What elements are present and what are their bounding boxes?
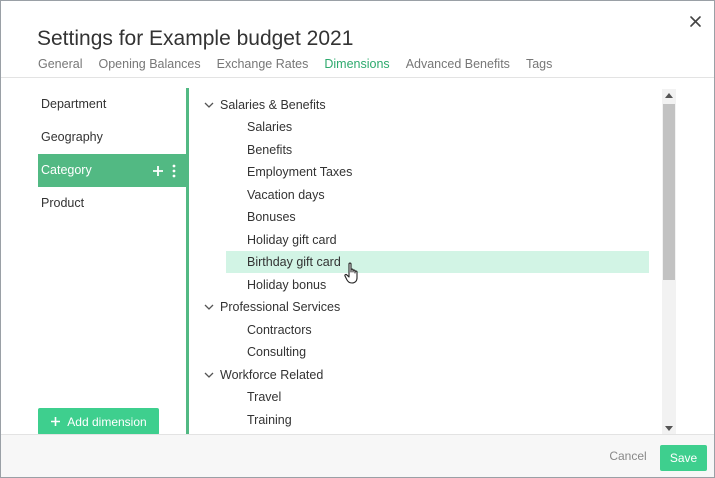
tree-item-label: Employment Taxes	[247, 165, 353, 179]
tree-group[interactable]: Workforce Related	[204, 364, 649, 386]
tree-item[interactable]: Vacation days	[226, 184, 649, 206]
header-divider	[1, 77, 714, 78]
tree-item-label: Vacation days	[247, 188, 325, 202]
tree-group-label: Workforce Related	[220, 368, 324, 382]
tab-exchange-rates[interactable]: Exchange Rates	[217, 56, 309, 74]
tree-item[interactable]: Employment Taxes	[226, 161, 649, 183]
tree-item[interactable]: Training	[226, 409, 649, 431]
tree-item[interactable]: Travel	[226, 386, 649, 408]
sidebar-item-geography[interactable]: Geography	[38, 121, 186, 154]
tree-group-label: Salaries & Benefits	[220, 98, 326, 112]
tree-group[interactable]: Salaries & Benefits	[204, 94, 649, 116]
sidebar-item-label: Geography	[41, 130, 103, 144]
tree-item-selected[interactable]: Birthday gift card	[226, 251, 649, 273]
cancel-button[interactable]: Cancel	[601, 445, 655, 467]
sidebar-item-product[interactable]: Product	[38, 187, 186, 220]
tree-item-label: Birthday gift card	[247, 255, 341, 269]
dialog-title: Settings for Example budget 2021	[37, 27, 354, 50]
plus-icon	[51, 417, 61, 426]
tree-item-label: Bonuses	[247, 210, 296, 224]
tree-item-label: Holiday gift card	[247, 233, 337, 247]
triangle-down-icon	[665, 425, 673, 431]
tree-item-label: Holiday bonus	[247, 278, 327, 292]
tree-item-label: Contractors	[247, 323, 312, 337]
plus-icon[interactable]	[152, 165, 164, 177]
sidebar-item-label: Product	[41, 196, 85, 210]
sidebar-item-label: Category	[41, 163, 92, 177]
triangle-up-icon	[665, 92, 673, 98]
tree-item[interactable]: Salaries	[226, 116, 649, 138]
add-dimension-label: Add dimension	[67, 414, 147, 429]
tab-tags[interactable]: Tags	[526, 56, 552, 74]
dimension-sidebar: Department Geography Category Product	[38, 88, 186, 220]
tab-opening-balances[interactable]: Opening Balances	[98, 56, 200, 74]
close-button[interactable]	[685, 11, 707, 33]
chevron-down-icon[interactable]	[204, 296, 216, 318]
tree-group-label: Professional Services	[220, 300, 341, 314]
tab-general[interactable]: General	[38, 56, 82, 74]
tree-item[interactable]: Holiday bonus	[226, 274, 649, 296]
tree-item[interactable]: Bonuses	[226, 206, 649, 228]
scrollbar-thumb[interactable]	[663, 104, 675, 280]
scroll-down-button[interactable]	[662, 422, 676, 434]
tree-item[interactable]: Contractors	[226, 319, 649, 341]
add-dimension-button[interactable]: Add dimension	[38, 408, 159, 435]
tab-advanced-benefits[interactable]: Advanced Benefits	[406, 56, 510, 74]
chevron-down-icon[interactable]	[204, 364, 216, 386]
tree-item-label: Travel	[247, 390, 282, 404]
tree-item[interactable]: Benefits	[226, 139, 649, 161]
category-tree: Salaries & Benefits Salaries Benefits Em…	[189, 88, 659, 434]
tab-dimensions[interactable]: Dimensions	[324, 56, 389, 74]
tree-item[interactable]: Consulting	[226, 341, 649, 363]
tree-item-label: Benefits	[247, 143, 293, 157]
sidebar-item-department[interactable]: Department	[38, 88, 186, 121]
tree-item-label: Consulting	[247, 345, 307, 359]
tree-item[interactable]: Holiday gift card	[226, 229, 649, 251]
tree-item-label: Training	[247, 413, 292, 427]
tree-scrollbar[interactable]	[662, 89, 676, 434]
save-button[interactable]: Save	[660, 445, 707, 471]
more-vertical-icon[interactable]	[172, 164, 176, 178]
sidebar-item-label: Department	[41, 97, 107, 111]
tab-bar: General Opening Balances Exchange Rates …	[38, 56, 568, 74]
settings-dialog: Settings for Example budget 2021 General…	[0, 0, 715, 478]
chevron-down-icon[interactable]	[204, 94, 216, 116]
sidebar-item-category[interactable]: Category	[38, 154, 186, 187]
sidebar-item-actions	[152, 154, 176, 187]
tree-item-label: Salaries	[247, 120, 293, 134]
scroll-up-button[interactable]	[662, 89, 676, 101]
close-icon	[690, 16, 701, 27]
tree-group[interactable]: Professional Services	[204, 296, 649, 318]
